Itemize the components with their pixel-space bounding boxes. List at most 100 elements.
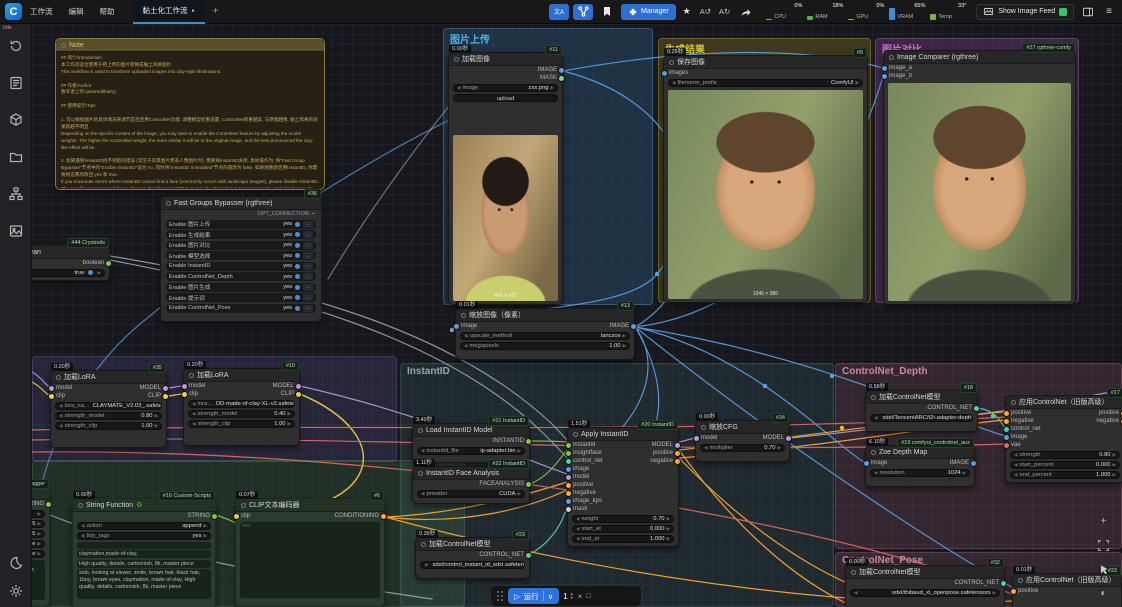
port-negative-out[interactable]: negative [650,458,673,464]
port-image-out[interactable]: IMAGE [538,67,557,73]
arrow-icon[interactable]: → [303,252,313,259]
node-load-image[interactable]: 0.00秒 #11 加载图像 IMAGE MASK imagezxx.png u… [448,52,563,305]
drag-handle-icon[interactable] [496,590,504,602]
star-icon[interactable]: ★ [680,6,694,17]
port-positive-out[interactable]: positive [1099,410,1119,416]
sidebar-workflows-folder-icon[interactable] [8,149,24,165]
theme-moon-icon[interactable] [8,555,24,571]
settings-gear-icon[interactable] [8,583,24,599]
collapse-dot-icon[interactable] [241,503,246,508]
start-percent-field[interactable]: start_percent0.000 [1010,461,1120,470]
node-canvas[interactable]: 图片上传 生成结果 图片对比 InstantID ControlNet_Dept… [32,24,1122,607]
bypass-toggle-result[interactable]: Enable 生成结果yes→ [166,230,316,239]
port-image-a-in[interactable]: image_a [889,65,912,71]
end-percent-field[interactable]: end_percent1.000 [1010,471,1120,480]
bypass-toggle-prompt[interactable]: Enable 提示词yes→ [166,293,316,302]
megapixels-field[interactable]: megapixels1.00 [460,342,630,351]
port-model-in[interactable]: model [573,474,589,480]
new-workflow-tab-button[interactable]: + [205,6,227,17]
port-instantid-out[interactable]: INSTANTID [493,438,524,444]
port-image-kps-in[interactable]: image_kps [573,498,602,504]
plus-icon[interactable]: + [312,211,315,217]
port-string-out[interactable]: STRING [32,501,44,507]
action-combo[interactable]: actionappend [77,522,211,531]
result-text-field[interactable]: solo, looking at viewer, smile, brown ha… [77,569,211,599]
port-model-in[interactable]: model [701,435,717,441]
node-clip-text-encode[interactable]: 0.07秒 #6 CLIP文本编码器 clip CONDITIONING tex… [235,498,385,607]
strength-model-field[interactable]: strength_model0.40 [188,410,295,419]
toggle-link-visibility-button[interactable]: ◐ [1096,586,1111,601]
port-boolean-out[interactable]: boolean [83,260,104,266]
sidebar-history-icon[interactable] [8,38,24,54]
text-b-field[interactable]: claymation,made-of-clay, [77,550,211,558]
run-button[interactable]: ▷ 运行 ∨ [508,588,559,604]
node-apply-instantid[interactable]: 1.51秒 #20 InstantID Apply InstantID inst… [567,427,679,547]
port-positive-out[interactable]: positive [653,450,673,456]
lora-name-combo[interactable]: lora_na…CLAYMATE_V2.03_.safetensors [55,402,162,411]
start-at-field[interactable]: start_at0.000 [572,525,674,534]
end-at-field[interactable]: end_at1.000 [572,535,674,544]
nodes-map-icon[interactable] [573,4,593,20]
arrow-icon[interactable]: → [303,273,313,280]
port-control-net-out[interactable]: CONTROL_NET [927,405,972,411]
node-instantid-face-analysis[interactable]: 1.11秒 #22 InstantID InstantID Face Analy… [412,466,530,504]
prompt-text-area[interactable]: text [240,522,380,598]
strength-model-field[interactable]: strength_model0.80 [55,412,162,421]
node-apply-controlnet-depth[interactable]: #17 应用ControlNet（旧版高级） positive positive… [1005,395,1122,483]
collapse-dot-icon[interactable] [56,375,61,380]
collapse-dot-icon[interactable] [669,60,674,65]
provider-combo[interactable]: providerCUDA [417,490,525,499]
port-vae-in[interactable]: vae [1011,442,1021,448]
port-positive-in[interactable]: positive [1011,410,1031,416]
arrow-icon[interactable]: → [303,231,313,238]
port-string-out[interactable]: STRING [187,513,210,519]
port-model-in[interactable]: model [56,385,72,391]
stop-button[interactable]: □ [586,593,590,600]
port-clip-in[interactable]: clip [241,513,250,519]
sidebar-gallery-icon[interactable] [8,223,24,239]
port-model-out[interactable]: MODEL [273,383,294,389]
sidebar-templates-icon[interactable] [8,75,24,91]
port-positive-in[interactable]: positive [1018,588,1038,594]
weight-field[interactable]: weight0.70 [572,515,674,524]
replace-underscore-combo[interactable]: false [32,540,45,549]
collapse-dot-icon[interactable] [889,55,894,60]
port-image-in[interactable]: image [871,460,887,466]
bypass-toggle-upload[interactable]: Enable 图片上传yes→ [166,220,316,229]
port-clip-in[interactable]: clip [189,391,198,397]
filename-prefix-field[interactable]: filename_prefixComfyUI [668,79,863,88]
node-lora-claymate[interactable]: 0.20秒 #35 加载LoRA model MODEL clip CLIP l… [50,370,167,448]
strength-clip-field[interactable]: strength_clip1.00 [55,422,162,431]
resolution-field[interactable]: resolution1024 [870,469,970,478]
batch-count[interactable]: 1 ▲▼ [563,592,573,601]
collapse-dot-icon[interactable] [454,57,459,62]
node-scale-image[interactable]: 0.01秒 #13 缩放图像（像素） image IMAGE upscale_m… [455,308,635,360]
port-control-net-in[interactable]: control_net [573,458,603,464]
node-zoe-depth-map[interactable]: 6.10秒 #19 comfyui_controlnet_aux Zoe Dep… [865,445,975,487]
note-text[interactable]: ## 简介/Introduction 本工作流适合使用于把上传的图片转换成黏土风… [56,52,324,188]
strength-clip-field[interactable]: strength_clip1.00 [188,420,295,429]
port-image-in[interactable]: image [461,323,477,329]
port-model-out[interactable]: MODEL [652,442,673,448]
workflow-tab[interactable]: 黏土化工作流 ● [133,0,205,24]
collapse-dot-icon[interactable] [1018,578,1023,583]
collapse-dot-icon[interactable] [461,313,466,318]
collapse-dot-icon[interactable] [871,450,876,455]
node-load-controlnet-depth[interactable]: 0.58秒 #18 加载ControlNet模型 CONTROL_NET sdx… [865,390,978,432]
collapse-dot-icon[interactable] [421,542,426,547]
port-image-out[interactable]: IMAGE [610,323,629,329]
port-insightface-in[interactable]: insightface [573,450,602,456]
controlnet-file-combo[interactable]: sdxl/control_instant_id_sdxl.safetensors [420,561,525,570]
image-combo[interactable]: imagezxx.png [453,84,558,93]
show-image-feed-button[interactable]: Show Image Feed [976,4,1074,20]
bypass-toggle-instantid[interactable]: Enable InstantIDyes→ [166,262,316,271]
node-load-instantid-model[interactable]: 3.40秒 #21 InstantID Load InstantID Model… [412,423,530,463]
compare-image-preview[interactable] [888,83,1071,301]
arrow-icon[interactable]: → [303,263,313,270]
text-c-field[interactable]: High quality, details, cartoonish, 8k, m… [77,560,211,568]
trailing-comma-combo[interactable]: false [32,550,45,559]
manager-button[interactable]: Manager [621,4,676,20]
node-boolean-crystools[interactable]: #44 Crystools boolean boolean true [32,245,110,281]
bypass-toggle-model[interactable]: Enable 模型选择yes→ [166,251,316,260]
port-model-in[interactable]: model [189,383,205,389]
